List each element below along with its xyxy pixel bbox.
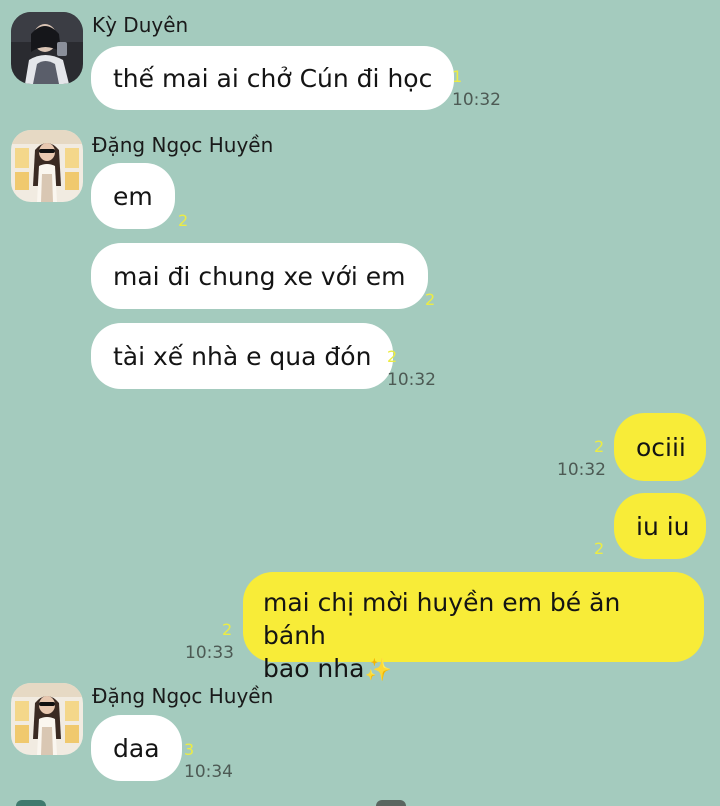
avatar-huyen-image xyxy=(11,683,83,755)
message-bubble-own[interactable]: ociii xyxy=(614,413,706,481)
read-count: 2 xyxy=(178,211,189,230)
message-text-line: bao nha✨ xyxy=(263,654,392,683)
message-time: 10:32 xyxy=(452,90,501,110)
read-count: 2 xyxy=(387,347,398,366)
message-bubble[interactable]: em xyxy=(91,163,175,229)
message-text: thế mai ai chở Cún đi học xyxy=(113,63,433,93)
message-bubble[interactable]: tài xế nhà e qua đón xyxy=(91,323,394,389)
sender-name: Đặng Ngọc Huyền xyxy=(92,684,274,708)
avatar-dang-ngoc-huyen[interactable] xyxy=(11,683,83,755)
sender-name: Kỳ Duyên xyxy=(92,13,189,37)
sender-name: Đặng Ngọc Huyền xyxy=(92,133,274,157)
message-text: mai đi chung xe với em xyxy=(113,261,406,291)
message-text-line: mai chị mời huyền em bé ăn bánh xyxy=(263,588,621,650)
message-time: 10:34 xyxy=(184,762,233,782)
read-count: 2 xyxy=(594,437,605,456)
avatar-ky-duyen[interactable] xyxy=(11,12,83,84)
message-bubble-own[interactable]: iu iu xyxy=(614,493,706,559)
message-text: tài xế nhà e qua đón xyxy=(113,341,372,371)
message-text: em xyxy=(113,181,153,211)
avatar-dang-ngoc-huyen[interactable] xyxy=(11,130,83,202)
message-text: ociii xyxy=(636,432,686,462)
sparkles-emoji: ✨ xyxy=(364,658,392,683)
message-text: iu iu xyxy=(636,511,690,541)
read-count: 2 xyxy=(594,539,605,558)
read-count: 2 xyxy=(222,620,233,639)
avatar-ky-duyen-image xyxy=(11,12,83,84)
message-time: 10:32 xyxy=(387,370,436,390)
partial-avatar-edge xyxy=(376,800,406,806)
avatar-huyen-image xyxy=(11,130,83,202)
message-bubble[interactable]: daa xyxy=(91,715,182,781)
message-bubble[interactable]: mai đi chung xe với em xyxy=(91,243,428,309)
read-count: 2 xyxy=(425,290,436,309)
read-count: 1 xyxy=(452,67,463,86)
message-text: daa xyxy=(113,733,160,763)
partial-avatar-edge xyxy=(16,800,46,806)
read-count: 3 xyxy=(184,740,195,759)
message-time: 10:33 xyxy=(185,643,234,663)
message-time: 10:32 xyxy=(557,460,606,480)
message-bubble-own[interactable]: mai chị mời huyền em bé ăn bánh bao nha✨ xyxy=(243,572,704,683)
message-bubble[interactable]: thế mai ai chở Cún đi học xyxy=(91,46,455,110)
